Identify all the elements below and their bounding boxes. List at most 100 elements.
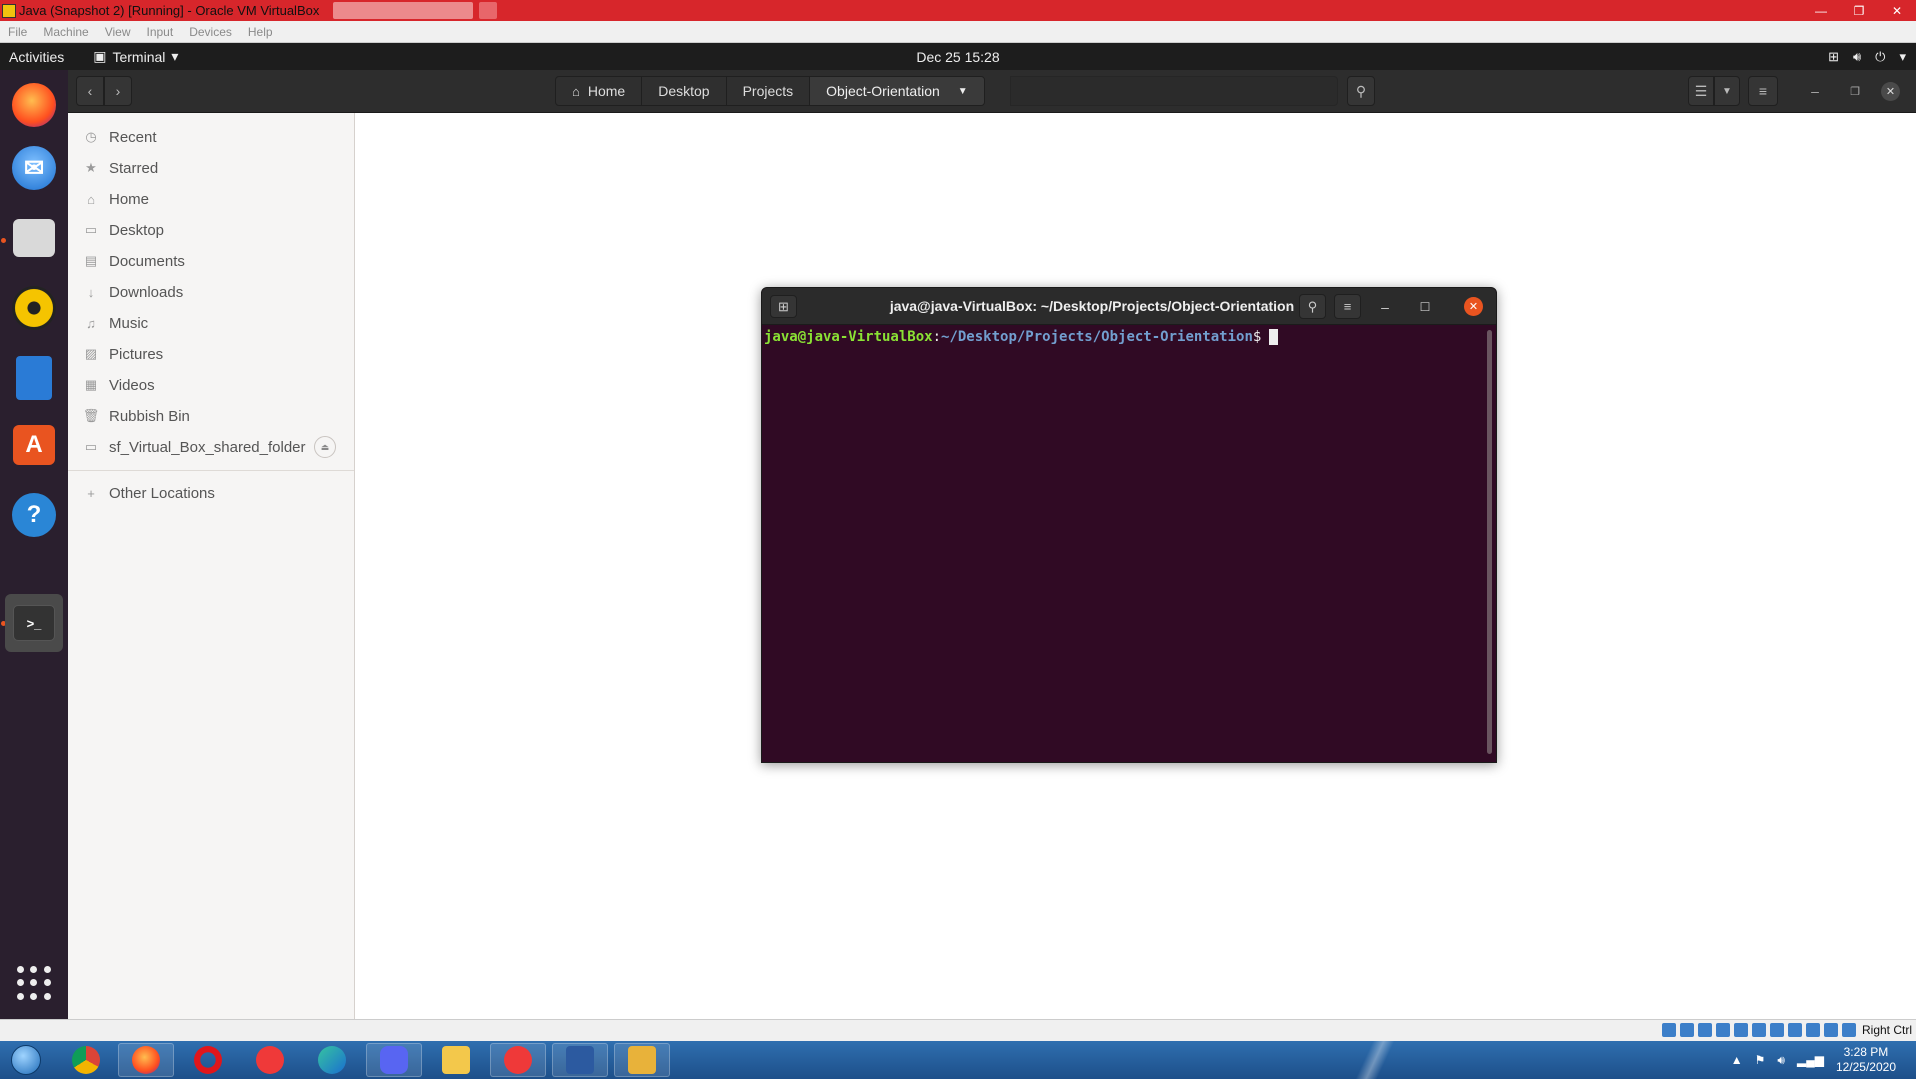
sidebar-item-label: Desktop [109, 221, 165, 239]
close-icon[interactable]: ✕ [1878, 0, 1916, 21]
app-icon [628, 1046, 656, 1074]
taskbar-virtualbox[interactable] [552, 1043, 608, 1077]
network-icon: ⊞ [1828, 48, 1839, 64]
taskbar-chrome[interactable] [58, 1043, 114, 1077]
start-button[interactable] [4, 1042, 48, 1078]
sidebar-item-shared-folder[interactable]: ▭ sf_Virtual_Box_shared_folder [68, 432, 354, 462]
main-menu-button[interactable]: ≡ [1748, 76, 1778, 106]
menu-machine[interactable]: Machine [35, 25, 96, 39]
minimize-icon[interactable]: — [1802, 0, 1840, 21]
sidebar-item-desktop[interactable]: ▭ Desktop [68, 215, 354, 245]
app-menu[interactable]: ▣ Terminal ▾ [93, 48, 178, 65]
eject-button[interactable]: ⏏ [314, 436, 336, 458]
app-menu-label: Terminal [112, 48, 166, 65]
dock-terminal[interactable]: >_ [5, 594, 63, 652]
dock-firefox[interactable] [5, 76, 63, 134]
list-view-button[interactable]: ☰ [1688, 76, 1714, 106]
sidebar-item-starred[interactable]: ★ Starred [68, 153, 354, 183]
sidebar-item-music[interactable]: ♫ Music [68, 308, 354, 338]
sidebar-item-home[interactable]: ⌂ Home [68, 184, 354, 214]
sidebar-item-downloads[interactable]: ↓ Downloads [68, 277, 354, 307]
activities-button[interactable]: Activities [0, 49, 73, 65]
chevron-down-icon: ▼ [957, 85, 968, 97]
back-button[interactable]: ‹ [76, 76, 104, 106]
volume-icon[interactable]: 🔊︎ [1777, 1053, 1785, 1068]
taskbar-vivaldi-running[interactable] [490, 1043, 546, 1077]
terminal-minimize-button[interactable]: – [1372, 294, 1398, 319]
menu-view[interactable]: View [97, 25, 139, 39]
terminal-title: java@java-VirtualBox: ~/Desktop/Projects… [889, 298, 1295, 314]
prompt-separator: : [932, 329, 942, 345]
menu-input[interactable]: Input [139, 25, 182, 39]
guest-display: Activities ▣ Terminal ▾ Dec 25 15:28 ⊞ 🔊… [0, 43, 1916, 1019]
taskbar-java-app[interactable] [614, 1043, 670, 1077]
taskbar-explorer[interactable] [428, 1043, 484, 1077]
sidebar-item-other-locations[interactable]: + Other Locations [68, 478, 354, 508]
forward-button[interactable]: › [104, 76, 132, 106]
sidebar-item-videos[interactable]: ▦ Videos [68, 370, 354, 400]
crumb-projects[interactable]: Projects [727, 77, 811, 105]
dock-libreoffice-writer[interactable] [5, 349, 63, 407]
restore-icon[interactable]: ❐ [1840, 0, 1878, 21]
cpu-icon [1806, 1023, 1820, 1037]
background-window-tab-close[interactable] [479, 2, 498, 19]
sidebar-item-rubbish-bin[interactable]: 🗑︎ Rubbish Bin [68, 401, 354, 431]
taskbar-discord[interactable] [366, 1043, 422, 1077]
edge-icon [318, 1046, 346, 1074]
crumb-desktop[interactable]: Desktop [642, 77, 727, 105]
terminal-output[interactable]: java@java-VirtualBox:~/Desktop/Projects/… [762, 325, 1496, 762]
dock-help[interactable]: ? [5, 486, 63, 544]
sidebar-item-label: Rubbish Bin [109, 407, 190, 425]
dock-files[interactable] [5, 209, 63, 267]
sidebar-item-recent[interactable]: ◷ Recent [68, 122, 354, 152]
desktop-folder-icon: ▭ [84, 222, 98, 237]
action-center-flag-icon[interactable]: ⚑ [1755, 1053, 1766, 1067]
terminal-search-button[interactable]: ⚲ [1299, 294, 1326, 319]
prompt-user: java@java-VirtualBox [764, 329, 933, 345]
usb-icon [1734, 1023, 1748, 1037]
taskbar-edge[interactable] [304, 1043, 360, 1077]
files-minimize-button[interactable]: – [1801, 76, 1829, 106]
terminal-close-button[interactable]: ✕ [1464, 297, 1483, 316]
ubuntu-top-bar: Activities ▣ Terminal ▾ Dec 25 15:28 ⊞ 🔊… [0, 43, 1916, 70]
sidebar-item-label: Documents [109, 252, 185, 270]
signal-icon[interactable]: ▂▄▆ [1797, 1053, 1824, 1067]
windows-clock[interactable]: 3:28 PM 12/25/2020 [1836, 1045, 1896, 1075]
taskbar-opera[interactable] [180, 1043, 236, 1077]
crumb-object-orientation[interactable]: Object-Orientation ▼ [810, 77, 984, 105]
minimize-icon: – [1811, 83, 1819, 99]
mouse-integration-icon [1824, 1023, 1838, 1037]
new-tab-icon: ⊞ [778, 298, 789, 314]
background-window-tab[interactable] [333, 2, 474, 19]
top-bar-clock[interactable]: Dec 25 15:28 [0, 49, 1916, 65]
new-tab-button[interactable]: ⊞ [770, 295, 797, 318]
terminal-menu-button[interactable]: ≡ [1334, 294, 1361, 319]
star-icon: ★ [85, 160, 97, 175]
prompt-path: ~/Desktop/Projects/Object-Orientation [941, 329, 1253, 345]
files-close-button[interactable]: ✕ [1881, 82, 1900, 101]
vbox-device-indicators[interactable] [1662, 1023, 1856, 1037]
firefox-icon [12, 83, 56, 127]
menu-devices[interactable]: Devices [181, 25, 240, 39]
sidebar-item-documents[interactable]: ▤ Documents [68, 246, 354, 276]
show-applications-icon[interactable] [17, 966, 51, 1000]
taskbar-vivaldi[interactable] [242, 1043, 298, 1077]
terminal-scrollbar[interactable] [1487, 330, 1492, 754]
plus-icon: + [87, 485, 95, 501]
dock-rhythmbox[interactable] [5, 279, 63, 337]
dock-thunderbird[interactable]: ✉ [5, 139, 63, 197]
search-button[interactable]: ⚲ [1347, 76, 1375, 106]
menu-help[interactable]: Help [240, 25, 281, 39]
power-icon: ⏻ [1875, 48, 1886, 64]
files-restore-button[interactable]: ❐ [1841, 76, 1869, 106]
view-options-button[interactable]: ▼ [1714, 76, 1740, 106]
taskbar-firefox[interactable] [118, 1043, 174, 1077]
menu-file[interactable]: File [0, 25, 35, 39]
system-tray[interactable]: ⊞ 🔊︎ ⏻ ▾ [1828, 43, 1906, 70]
crumb-home[interactable]: ⌂ Home [556, 77, 643, 105]
sidebar-item-pictures[interactable]: ▨ Pictures [68, 339, 354, 369]
tray-expand-icon[interactable]: ▲ [1731, 1053, 1743, 1067]
sidebar-item-label: Downloads [109, 283, 184, 301]
terminal-maximize-button[interactable]: ☐ [1412, 294, 1438, 319]
dock-software[interactable]: A [5, 416, 63, 474]
